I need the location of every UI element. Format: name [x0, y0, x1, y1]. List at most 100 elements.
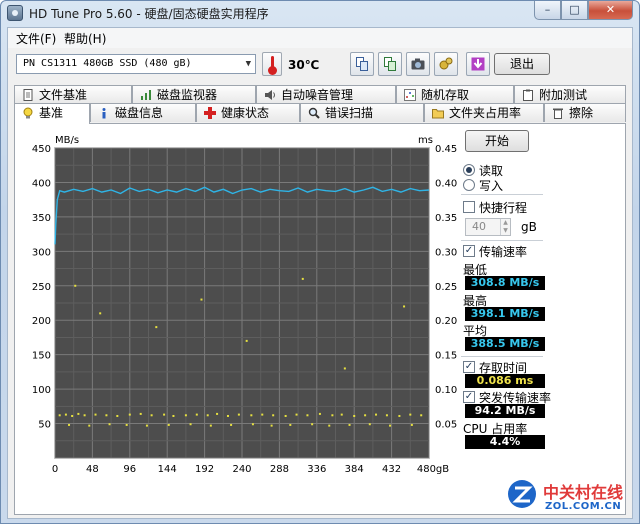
y-right-tick-label: 0.10 [435, 385, 457, 396]
tab-row-bottom: 基准 磁盘信息 健康状态 错误扫描 文件夹占用率 擦除 [8, 103, 632, 124]
tab-folder-usage[interactable]: 文件夹占用率 [424, 103, 544, 122]
burst-rate-checkbox[interactable]: ✓ [463, 391, 475, 403]
tab-label: 健康状态 [221, 106, 270, 120]
download-arrow-icon [471, 57, 485, 71]
access-time-point [343, 367, 346, 370]
min-value: 308.8 MB/s [465, 276, 545, 290]
short-stroke-input[interactable]: 40 ▲ ▼ [465, 218, 511, 236]
tab-disk-info[interactable]: 磁盘信息 [90, 103, 196, 122]
cpu-usage-value: 4.4% [465, 435, 545, 449]
access-time-point [209, 424, 212, 427]
y-left-tick-label: 150 [32, 351, 51, 362]
access-time-point [389, 424, 392, 427]
tab-label: 附加测试 [539, 88, 588, 102]
access-time-point [77, 412, 80, 415]
y-right-tick-label: 0.30 [435, 247, 457, 258]
document-icon [23, 89, 33, 101]
drive-select-value: PN CS1311 480GB SSD (480 gB) [23, 58, 192, 69]
options-button[interactable] [434, 52, 458, 76]
x-tick-label: 288 [270, 464, 289, 475]
access-time-value: 0.086 ms [465, 374, 545, 388]
short-stroke-checkbox[interactable] [463, 201, 475, 213]
tab-disk-monitor[interactable]: 磁盘监视器 [132, 85, 256, 104]
x-tick-label: 144 [158, 464, 177, 475]
close-button[interactable]: ✕ [588, 1, 633, 20]
start-button[interactable]: 开始 [465, 130, 529, 152]
access-time-point [353, 414, 356, 417]
save-button[interactable] [466, 52, 490, 76]
y-right-unit-label: ms [418, 135, 433, 146]
title-bar[interactable]: HD Tune Pro 5.60 - 硬盘/固态硬盘实用程序 – □ ✕ [1, 1, 639, 25]
y-left-tick-label: 350 [32, 213, 51, 224]
copy-info-button[interactable] [350, 52, 374, 76]
y-left-tick-label: 400 [32, 178, 51, 189]
access-time-point [68, 423, 71, 426]
minimize-button[interactable]: – [534, 1, 561, 20]
access-time-point [172, 414, 175, 417]
access-time-point [328, 424, 331, 427]
access-time-point [348, 423, 351, 426]
access-time-point [150, 414, 153, 417]
tab-label: 文件基准 [39, 88, 88, 102]
transfer-rate-checkbox[interactable]: ✓ [463, 245, 475, 257]
tab-error-scan[interactable]: 错误扫描 [300, 103, 424, 122]
hdtune-app-icon [7, 5, 23, 21]
access-time-point [409, 413, 412, 416]
access-time-point [58, 414, 61, 417]
x-tick-label: 96 [123, 464, 136, 475]
access-time-point [403, 305, 406, 308]
tab-benchmark[interactable]: 基准 [14, 103, 90, 124]
menu-file[interactable]: 文件(F) [12, 30, 60, 47]
tab-file-benchmark[interactable]: 文件基准 [14, 85, 132, 104]
access-time-point [301, 277, 304, 280]
avg-value: 388.5 MB/s [465, 337, 545, 351]
client-area: 文件(F) 帮助(H) PN CS1311 480GB SSD (480 gB)… [7, 27, 633, 519]
maximize-button[interactable]: □ [561, 1, 588, 20]
copy-all-button[interactable] [378, 52, 402, 76]
burst-rate-value: 94.2 MB/s [465, 404, 545, 418]
tab-label: 文件夹占用率 [449, 106, 522, 120]
access-time-point [237, 413, 240, 416]
magnifier-icon [308, 107, 320, 119]
info-icon [102, 108, 106, 119]
tab-erase[interactable]: 擦除 [544, 103, 626, 122]
tab-extra-tests[interactable]: 附加测试 [514, 85, 626, 104]
benchmark-panel: 450 400 350 300 250 200 150 100 50 0.45 0.40 0.35 0.… [14, 123, 626, 515]
access-time-point [295, 413, 298, 416]
x-tick-label: 480gB [417, 464, 449, 475]
access-time-point [125, 423, 128, 426]
y-right-tick-label: 0.15 [435, 351, 457, 362]
access-time-point [74, 284, 77, 287]
y-left-tick-label: 450 [32, 144, 51, 155]
tab-noise-management[interactable]: 自动噪音管理 [256, 85, 396, 104]
menu-help[interactable]: 帮助(H) [60, 30, 110, 47]
window-controls: – □ ✕ [534, 1, 633, 20]
access-time-point [116, 414, 119, 417]
x-tick-label: 48 [86, 464, 99, 475]
y-left-tick-label: 50 [38, 420, 51, 431]
tab-health[interactable]: 健康状态 [196, 103, 300, 122]
exit-button[interactable]: 退出 [494, 53, 550, 75]
access-time-checkbox[interactable]: ✓ [463, 361, 475, 373]
transfer-rate-label: 传输速率 [479, 245, 528, 259]
read-radio[interactable] [463, 164, 475, 176]
access-time-point [139, 412, 142, 415]
x-tick-label: 0 [52, 464, 58, 475]
drive-select[interactable]: PN CS1311 480GB SSD (480 gB) ▼ [16, 54, 256, 74]
write-radio[interactable] [463, 179, 475, 191]
access-time-point [375, 413, 378, 416]
x-tick-label: 432 [382, 464, 401, 475]
screenshot-button[interactable] [406, 52, 430, 76]
y-left-tick-label: 300 [32, 247, 51, 258]
access-time-point [230, 423, 233, 426]
access-time-point [385, 414, 388, 417]
tab-label: 擦除 [569, 106, 594, 120]
tab-random-access[interactable]: 随机存取 [396, 85, 514, 104]
camera-icon [411, 58, 425, 70]
benchmark-chart: 450 400 350 300 250 200 150 100 50 0.45 0.40 0.35 0.… [32, 135, 457, 475]
access-time-point [167, 423, 170, 426]
access-time-point [88, 424, 91, 427]
short-stroke-label: 快捷行程 [479, 201, 528, 215]
access-time-point [398, 414, 401, 417]
access-time-point [251, 423, 254, 426]
